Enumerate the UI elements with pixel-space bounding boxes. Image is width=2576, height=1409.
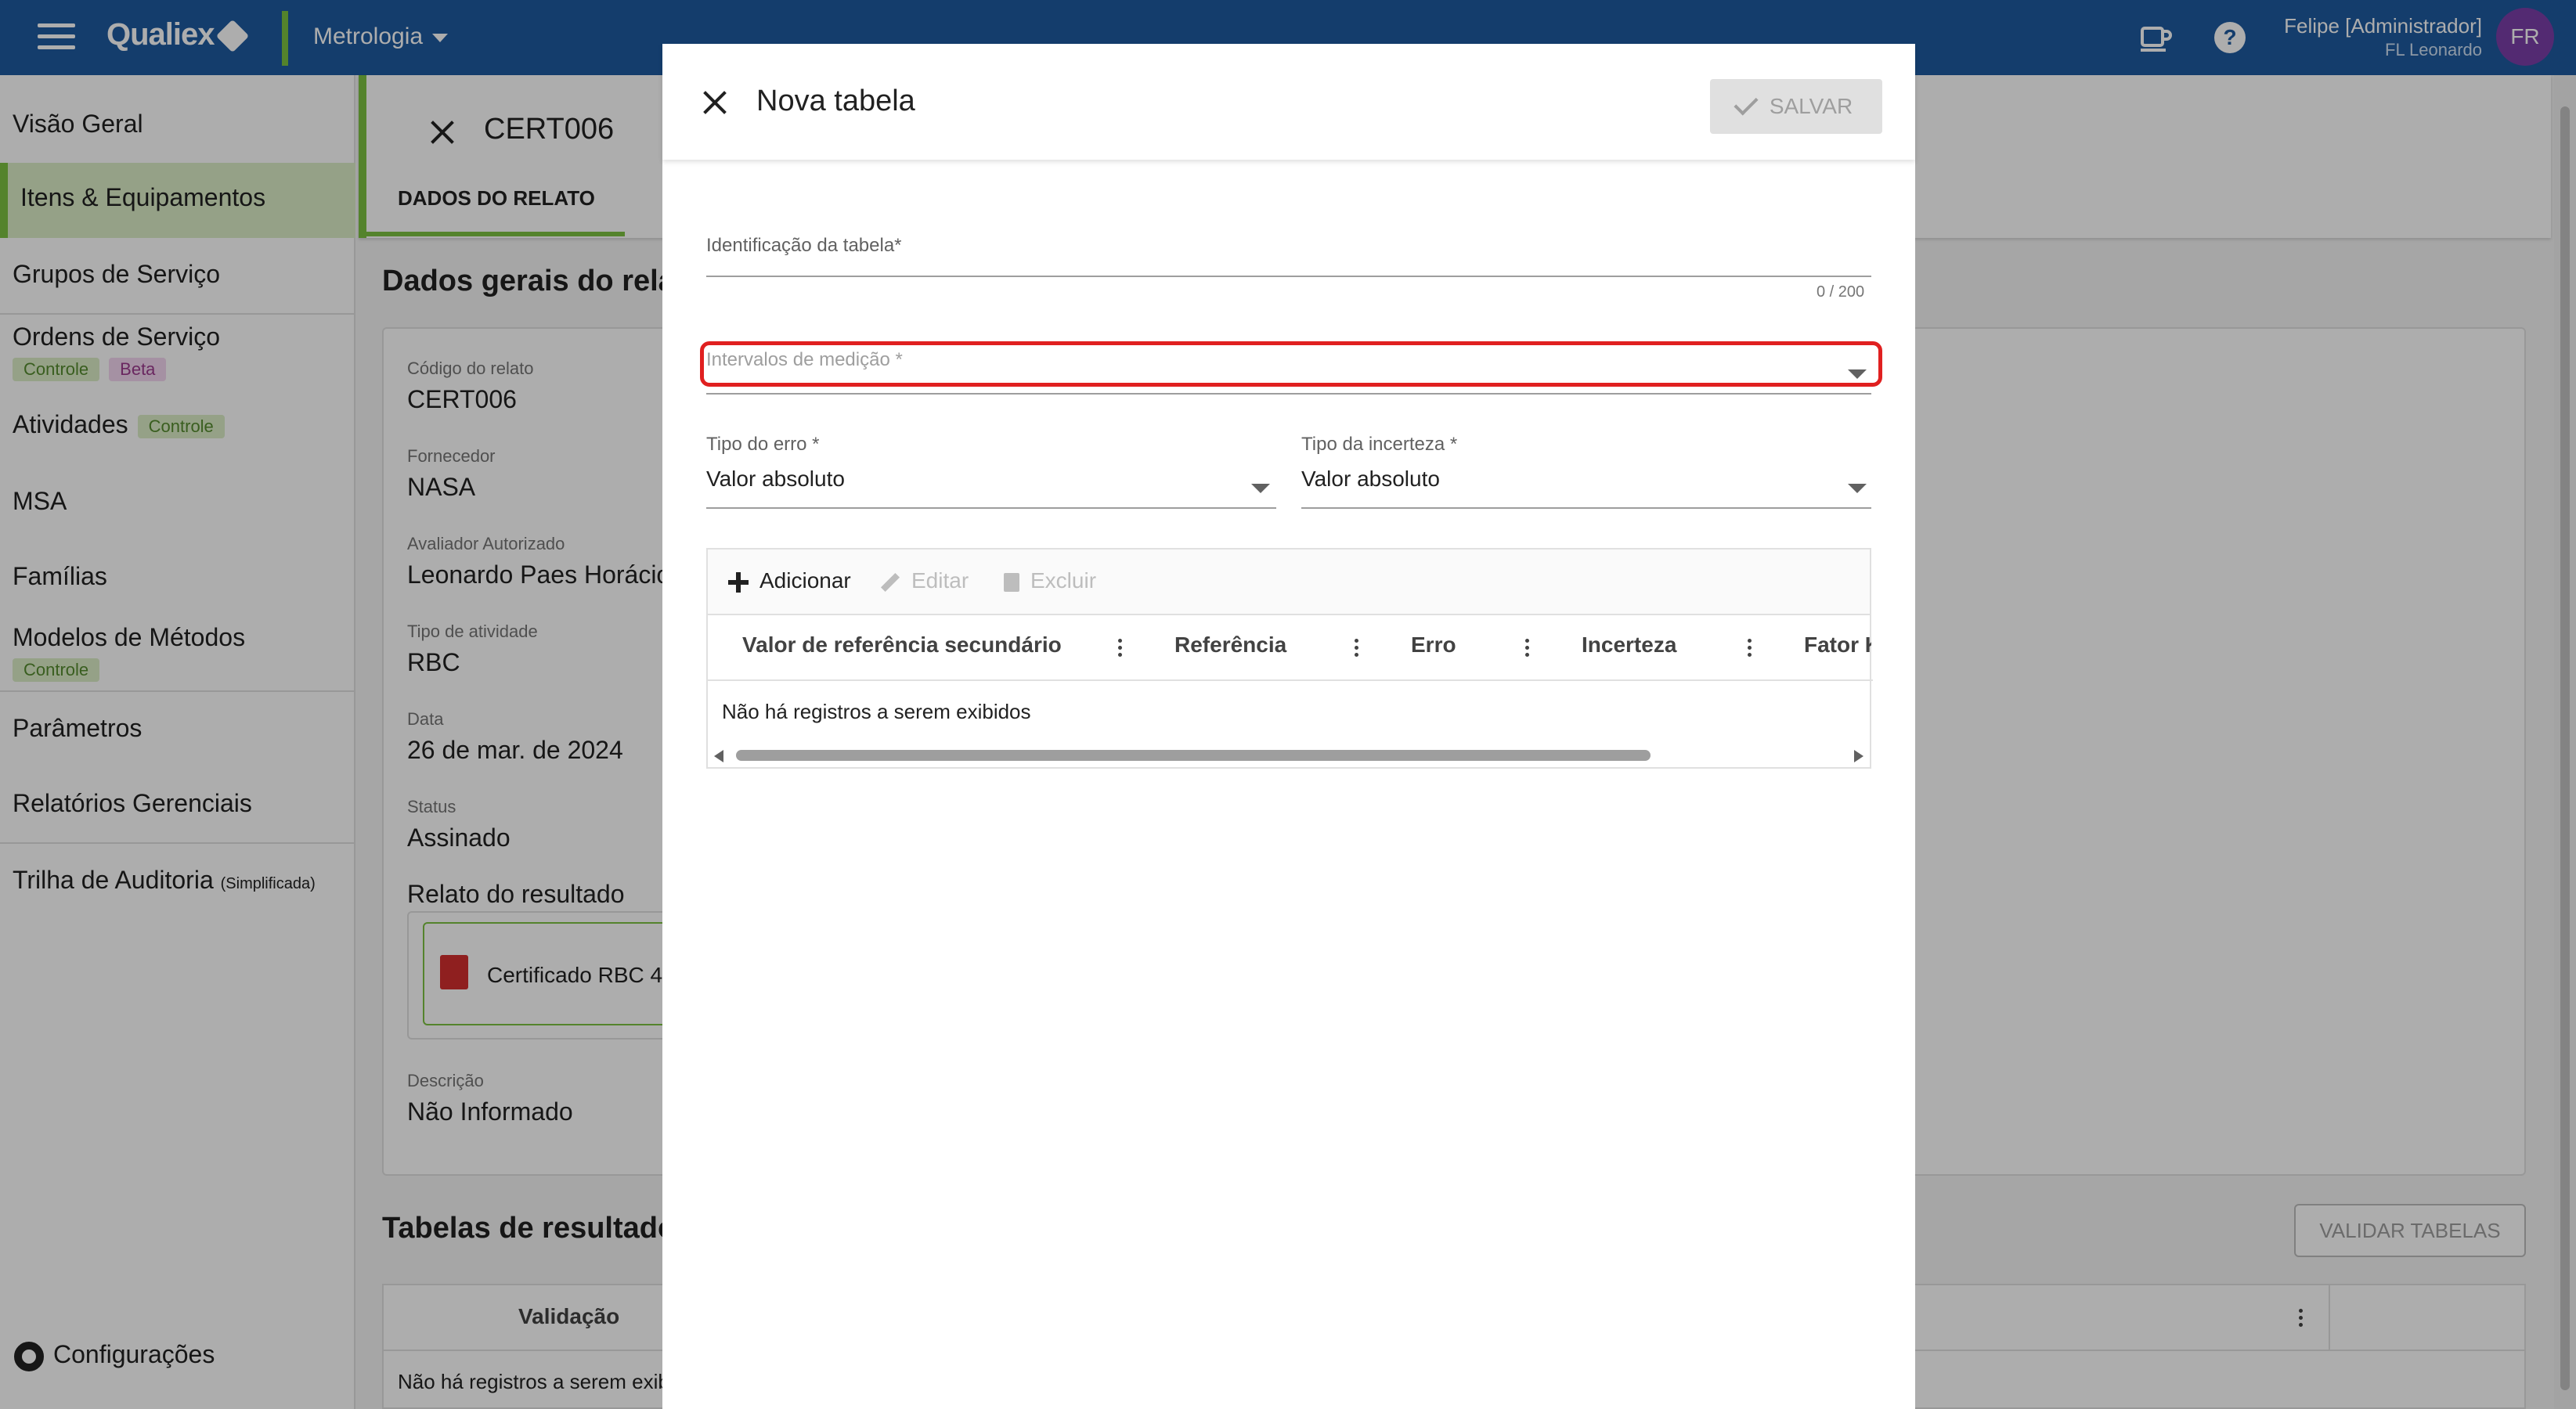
column-menu-icon[interactable] bbox=[1525, 639, 1530, 658]
dialog-title: Nova tabela bbox=[756, 85, 915, 117]
horizontal-scrollbar[interactable] bbox=[708, 744, 1870, 767]
uncertainty-type-label: Tipo da incerteza * bbox=[1301, 434, 1458, 455]
new-table-dialog: Nova tabela SALVAR Identificação da tabe… bbox=[662, 44, 1915, 1409]
uncertainty-type-select[interactable] bbox=[1301, 507, 1871, 509]
add-label: Adicionar bbox=[759, 568, 851, 593]
chevron-down-icon[interactable] bbox=[1848, 369, 1867, 379]
plus-icon bbox=[728, 571, 749, 593]
table-id-label: Identificação da tabela* bbox=[706, 235, 902, 256]
column-header-incerteza[interactable]: Incerteza bbox=[1582, 632, 1676, 658]
save-label: SALVAR bbox=[1769, 94, 1853, 118]
column-menu-icon[interactable] bbox=[1355, 639, 1359, 658]
edit-label: Editar bbox=[911, 568, 969, 593]
grid-toolbar: Adicionar Editar Excluir bbox=[708, 550, 1870, 615]
column-header-referencia[interactable]: Referência bbox=[1174, 632, 1286, 658]
chevron-down-icon[interactable] bbox=[1848, 484, 1867, 493]
error-type-value: Valor absoluto bbox=[706, 467, 845, 491]
edit-button[interactable]: Editar bbox=[880, 568, 969, 593]
pencil-icon bbox=[880, 572, 900, 592]
uncertainty-type-value: Valor absoluto bbox=[1301, 467, 1440, 491]
close-icon[interactable] bbox=[702, 89, 728, 116]
column-menu-icon[interactable] bbox=[1118, 639, 1123, 658]
intervals-select[interactable] bbox=[706, 393, 1871, 395]
delete-button[interactable]: Excluir bbox=[1004, 568, 1096, 593]
table-id-input[interactable] bbox=[706, 276, 1871, 277]
error-type-label: Tipo do erro * bbox=[706, 434, 820, 455]
check-icon bbox=[1734, 91, 1759, 116]
intervals-label: Intervalos de medição * bbox=[706, 349, 903, 370]
trash-icon bbox=[1004, 572, 1019, 592]
column-header-fator-k[interactable]: Fator K bbox=[1804, 632, 1871, 658]
char-counter: 0 / 200 bbox=[1817, 283, 1865, 301]
intervals-grid: Adicionar Editar Excluir Valor de referê… bbox=[706, 548, 1873, 769]
column-header-clip: Fator K bbox=[1804, 615, 1871, 681]
error-type-select[interactable] bbox=[706, 507, 1276, 509]
save-button[interactable]: SALVAR bbox=[1710, 79, 1882, 134]
grid-empty-message: Não há registros a serem exibidos bbox=[722, 700, 1031, 723]
delete-label: Excluir bbox=[1030, 568, 1097, 593]
dialog-header: Nova tabela SALVAR bbox=[662, 44, 1915, 160]
column-menu-icon[interactable] bbox=[1748, 639, 1752, 658]
column-header-erro[interactable]: Erro bbox=[1411, 632, 1456, 658]
chevron-down-icon[interactable] bbox=[1251, 484, 1270, 493]
scroll-right-icon[interactable] bbox=[1854, 750, 1863, 762]
column-header-valor-ref-secundario[interactable]: Valor de referência secundário bbox=[742, 632, 1062, 658]
add-button[interactable]: Adicionar bbox=[728, 568, 851, 593]
scrollbar-thumb[interactable] bbox=[736, 750, 1651, 761]
scroll-left-icon[interactable] bbox=[714, 750, 723, 762]
